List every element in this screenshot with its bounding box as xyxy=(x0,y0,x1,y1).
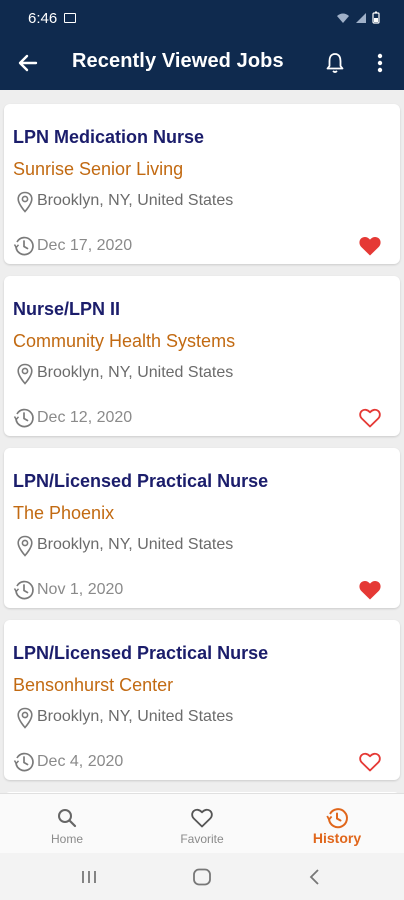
heart-outline-icon xyxy=(191,808,213,828)
job-location: Brooklyn, NY, United States xyxy=(37,192,234,209)
clock-history-icon xyxy=(13,408,34,428)
signal-icon xyxy=(356,12,366,23)
nav-favorite-label: Favorite xyxy=(180,832,224,846)
viewed-date: Nov 1, 2020 xyxy=(37,581,124,598)
app-bar: Recently Viewed Jobs xyxy=(0,36,404,90)
location-pin-icon xyxy=(17,535,33,557)
bottom-navigation: Home Favorite History xyxy=(0,793,404,853)
job-list[interactable]: LPN Medication Nurse Sunrise Senior Livi… xyxy=(0,90,404,793)
nav-home[interactable]: Home xyxy=(0,794,134,854)
battery-icon xyxy=(372,11,380,24)
viewed-date: Dec 17, 2020 xyxy=(37,237,133,254)
location-pin-icon xyxy=(17,363,33,385)
job-card[interactable]: LPN/Licensed Practical Nurse Bensonhurst… xyxy=(4,620,400,780)
image-notification-icon xyxy=(64,13,76,23)
favorite-heart-filled-icon[interactable] xyxy=(358,579,382,601)
clock-history-icon xyxy=(13,580,34,600)
job-location: Brooklyn, NY, United States xyxy=(37,536,234,553)
job-card[interactable]: Nurse/LPN II Community Health Systems Br… xyxy=(4,276,400,436)
job-location: Brooklyn, NY, United States xyxy=(37,708,234,725)
status-time: 6:46 xyxy=(28,10,58,27)
nav-home-label: Home xyxy=(50,832,83,846)
nav-favorite[interactable]: Favorite xyxy=(135,794,269,854)
location-pin-icon xyxy=(17,191,33,213)
more-vertical-icon xyxy=(377,53,383,73)
nav-history[interactable]: History xyxy=(270,794,404,854)
company-name: Community Health Systems xyxy=(13,331,236,351)
clock-history-icon xyxy=(13,236,34,256)
clock-history-icon xyxy=(13,752,34,772)
nav-history-label: History xyxy=(312,830,362,846)
page-title: Recently Viewed Jobs xyxy=(72,50,284,72)
system-navigation-bar xyxy=(0,853,404,900)
company-name: Sunrise Senior Living xyxy=(13,159,184,179)
back-arrow-icon xyxy=(18,54,38,72)
search-icon xyxy=(58,809,77,828)
favorite-heart-filled-icon[interactable] xyxy=(358,235,382,257)
viewed-date: Dec 12, 2020 xyxy=(37,409,133,426)
back-nav-icon[interactable] xyxy=(308,868,322,886)
recent-apps-icon[interactable] xyxy=(80,869,98,885)
wifi-icon xyxy=(337,13,349,23)
job-title: LPN/Licensed Practical Nurse xyxy=(13,643,269,663)
job-title: LPN/Licensed Practical Nurse xyxy=(13,471,269,491)
job-card[interactable]: LPN/Licensed Practical Nurse The Phoenix… xyxy=(4,448,400,608)
company-name: Bensonhurst Center xyxy=(13,675,174,695)
home-button-icon[interactable] xyxy=(192,868,212,886)
job-card[interactable]: LPN Medication Nurse Sunrise Senior Livi… xyxy=(4,104,400,264)
location-pin-icon xyxy=(17,707,33,729)
bell-icon xyxy=(326,53,344,73)
job-location: Brooklyn, NY, United States xyxy=(37,364,234,381)
status-bar: 6:46 xyxy=(0,0,404,36)
favorite-heart-outline-icon[interactable] xyxy=(358,751,382,773)
back-button[interactable] xyxy=(14,49,42,77)
history-icon xyxy=(326,808,348,829)
more-options-button[interactable] xyxy=(372,50,388,76)
notifications-button[interactable] xyxy=(322,50,348,76)
viewed-date: Dec 4, 2020 xyxy=(37,753,124,770)
job-title: LPN Medication Nurse xyxy=(13,127,205,147)
status-icons xyxy=(336,11,380,24)
company-name: The Phoenix xyxy=(13,503,115,523)
job-title: Nurse/LPN II xyxy=(13,299,121,319)
favorite-heart-outline-icon[interactable] xyxy=(358,407,382,429)
